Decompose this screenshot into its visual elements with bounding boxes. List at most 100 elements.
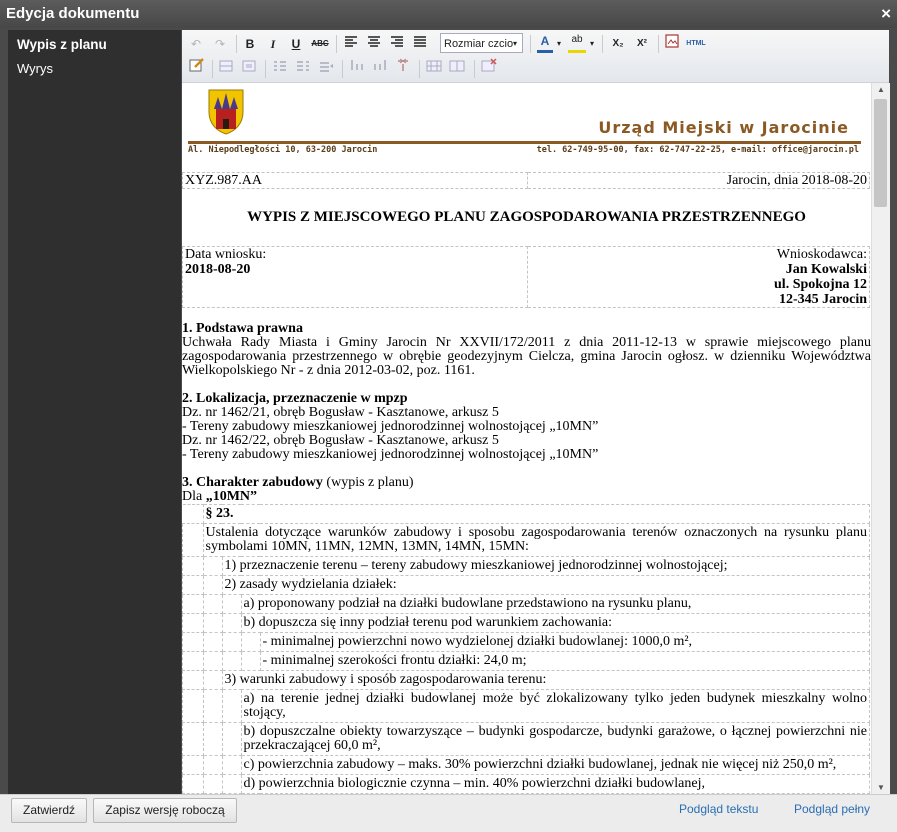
reference-number: XYZ.987.AA bbox=[182, 172, 528, 189]
table-row: a) proponowany podział na działki budowl… bbox=[240, 594, 870, 614]
confirm-button[interactable]: Zatwierdź bbox=[11, 798, 87, 823]
table-row: c) powierzchnia zabudowy – maks. 30% pow… bbox=[240, 755, 870, 775]
toolbar-separator bbox=[419, 60, 420, 78]
chevron-down-icon[interactable]: ▾ bbox=[555, 34, 563, 54]
section-title: 1. Podstawa prawna bbox=[182, 321, 303, 336]
image-icon[interactable] bbox=[664, 34, 680, 54]
applicant-street: ul. Spokojna 12 bbox=[774, 277, 867, 292]
vertical-scrollbar[interactable]: ▲ ▼ bbox=[871, 83, 890, 794]
paragraph-number: § 23. bbox=[202, 504, 870, 524]
applicant-city: 12-345 Jarocin bbox=[778, 292, 867, 307]
insert-row-before-icon[interactable] bbox=[271, 58, 289, 78]
office-contact: tel. 62-749-95-00, fax: 62-747-22-25, e-… bbox=[536, 145, 859, 155]
font-size-select[interactable]: Rozmiar czcion ▾ bbox=[440, 33, 523, 53]
chevron-down-icon: ▾ bbox=[513, 34, 521, 52]
sidebar-item-wyrys[interactable]: Wyrys bbox=[8, 57, 181, 81]
office-name: Urząd Miejski w Jarocinie bbox=[598, 118, 849, 137]
toolbar-separator bbox=[336, 35, 337, 53]
list-item: - Tereny zabudowy mieszkaniowej jednorod… bbox=[182, 419, 599, 434]
table-row: Ustalenia dotyczące warunków zabudowy i … bbox=[202, 523, 870, 557]
align-justify-icon[interactable] bbox=[412, 34, 428, 54]
toolbar-separator bbox=[236, 35, 237, 53]
align-left-icon[interactable] bbox=[343, 34, 359, 54]
edit-icon[interactable] bbox=[188, 58, 206, 78]
font-size-select-label: Rozmiar czcion bbox=[444, 38, 520, 50]
section-title: 3. Charakter zabudowy bbox=[182, 475, 323, 490]
table-row: 1) przeznaczenie terenu – tereny zabudow… bbox=[221, 556, 870, 576]
section-legal-basis: 1. Podstawa prawna Uchwała Rady Miasta i… bbox=[182, 322, 871, 378]
list-item: Dz. nr 1462/21, obręb Bogusław - Kasztan… bbox=[182, 405, 499, 420]
zone-symbol: „10MN” bbox=[205, 489, 258, 504]
underline-button[interactable]: U bbox=[288, 34, 304, 54]
insert-col-before-icon[interactable] bbox=[348, 58, 366, 78]
document-heading: WYPIS Z MIEJSCOWEGO PLANU ZAGOSPODAROWAN… bbox=[247, 209, 806, 225]
preview-full-link[interactable]: Podgląd pełny bbox=[794, 802, 870, 816]
coat-of-arms-icon bbox=[208, 89, 244, 135]
delete-table-icon[interactable] bbox=[480, 58, 498, 78]
subscript-button[interactable]: X₂ bbox=[608, 34, 628, 54]
chevron-down-icon[interactable]: ▾ bbox=[588, 34, 596, 54]
scroll-down-icon[interactable]: ▼ bbox=[877, 783, 885, 792]
italic-button[interactable]: I bbox=[265, 34, 281, 54]
document-editor-window: Edycja dokumentu × Wypis z planu Wyrys ↶… bbox=[0, 0, 897, 832]
sidebar-item-wypis[interactable]: Wypis z planu bbox=[8, 33, 181, 57]
editor-toolbar: ↶ ↷ B I U ABC Rozmiar czcion ▾ A ▾ ab ▾ … bbox=[182, 30, 889, 83]
rich-text-editor: ↶ ↷ B I U ABC Rozmiar czcion ▾ A ▾ ab ▾ … bbox=[182, 30, 890, 794]
section-text: Uchwała Rady Miasta i Gminy Jarocin Nr X… bbox=[182, 335, 871, 378]
toolbar-separator bbox=[530, 35, 531, 53]
delete-col-icon[interactable] bbox=[394, 58, 412, 78]
title-bar: Edycja dokumentu × bbox=[0, 0, 897, 28]
letterhead-rule bbox=[188, 141, 861, 144]
redo-icon[interactable]: ↷ bbox=[212, 34, 228, 54]
section-title: 2. Lokalizacja, przeznaczenie w mpzp bbox=[182, 391, 408, 406]
table-row: d) powierzchnia biologicznie czynna – mi… bbox=[240, 774, 870, 794]
applicant-label: Wnioskodawca: bbox=[776, 247, 867, 262]
split-cells-icon[interactable] bbox=[448, 58, 466, 78]
delete-row-icon[interactable] bbox=[317, 58, 335, 78]
scroll-up-icon[interactable]: ▲ bbox=[877, 85, 885, 94]
strikethrough-button[interactable]: ABC bbox=[310, 34, 330, 54]
request-date: 2018-08-20 bbox=[185, 262, 251, 277]
undo-icon[interactable]: ↶ bbox=[188, 34, 204, 54]
section-title-suffix: (wypis z planu) bbox=[322, 475, 414, 490]
table-row: b) dopuszczalne obiekty towarzyszące – b… bbox=[240, 722, 870, 756]
applicant-name: Jan Kowalski bbox=[785, 262, 867, 277]
table-row: a) na terenie jednej działki budowlanej … bbox=[240, 689, 870, 723]
align-right-icon[interactable] bbox=[389, 34, 405, 54]
save-draft-button[interactable]: Zapisz wersję roboczą bbox=[93, 798, 237, 823]
scrollbar-thumb[interactable] bbox=[874, 99, 887, 207]
text-color-icon[interactable]: A bbox=[537, 33, 553, 53]
bold-button[interactable]: B bbox=[242, 34, 258, 54]
section-character: 3. Charakter zabudowy (wypis z planu) Dl… bbox=[182, 476, 871, 504]
table-row-icon[interactable] bbox=[218, 58, 234, 78]
section-location: 2. Lokalizacja, przeznaczenie w mpzp Dz.… bbox=[182, 392, 871, 462]
toolbar-separator bbox=[265, 60, 266, 78]
insert-col-after-icon[interactable] bbox=[371, 58, 389, 78]
reference-table: XYZ.987.AA Jarocin, dnia 2018-08-20 bbox=[182, 172, 870, 189]
request-table: Data wniosku: 2018-08-20 Wnioskodawca: J… bbox=[182, 246, 870, 308]
symbol-prefix: Dla bbox=[182, 489, 206, 504]
document-content[interactable]: Urząd Miejski w Jarocinie Al. Niepodległ… bbox=[182, 83, 871, 794]
list-item: - Tereny zabudowy mieszkaniowej jednorod… bbox=[182, 447, 599, 462]
insert-row-after-icon[interactable] bbox=[294, 58, 312, 78]
toolbar-separator bbox=[212, 60, 213, 78]
plan-provisions-table: § 23. Ustalenia dotyczące warunków zabud… bbox=[182, 504, 870, 794]
letterhead: Urząd Miejski w Jarocinie Al. Niepodległ… bbox=[182, 83, 871, 157]
merge-cells-icon[interactable] bbox=[425, 58, 443, 78]
close-icon[interactable]: × bbox=[881, 0, 891, 28]
dialog-footer: Zatwierdź Zapisz wersję roboczą Podgląd … bbox=[0, 794, 897, 832]
toolbar-separator bbox=[658, 35, 659, 53]
highlight-color-icon[interactable]: ab bbox=[568, 33, 586, 53]
table-row: b) dopuszcza się inny podział terenu pod… bbox=[240, 613, 870, 633]
toolbar-separator bbox=[474, 60, 475, 78]
sidebar: Wypis z planu Wyrys bbox=[8, 30, 181, 794]
superscript-button[interactable]: X² bbox=[632, 34, 652, 54]
table-row: 2) zasady wydzielania działek: bbox=[221, 575, 870, 595]
window-title: Edycja dokumentu bbox=[6, 5, 140, 22]
table-cell-icon[interactable] bbox=[241, 58, 257, 78]
toolbar-separator bbox=[342, 60, 343, 78]
preview-text-link[interactable]: Podgląd tekstu bbox=[679, 802, 758, 816]
html-source-button[interactable]: HTML bbox=[684, 34, 708, 54]
align-center-icon[interactable] bbox=[366, 34, 382, 54]
toolbar-separator bbox=[602, 35, 603, 53]
